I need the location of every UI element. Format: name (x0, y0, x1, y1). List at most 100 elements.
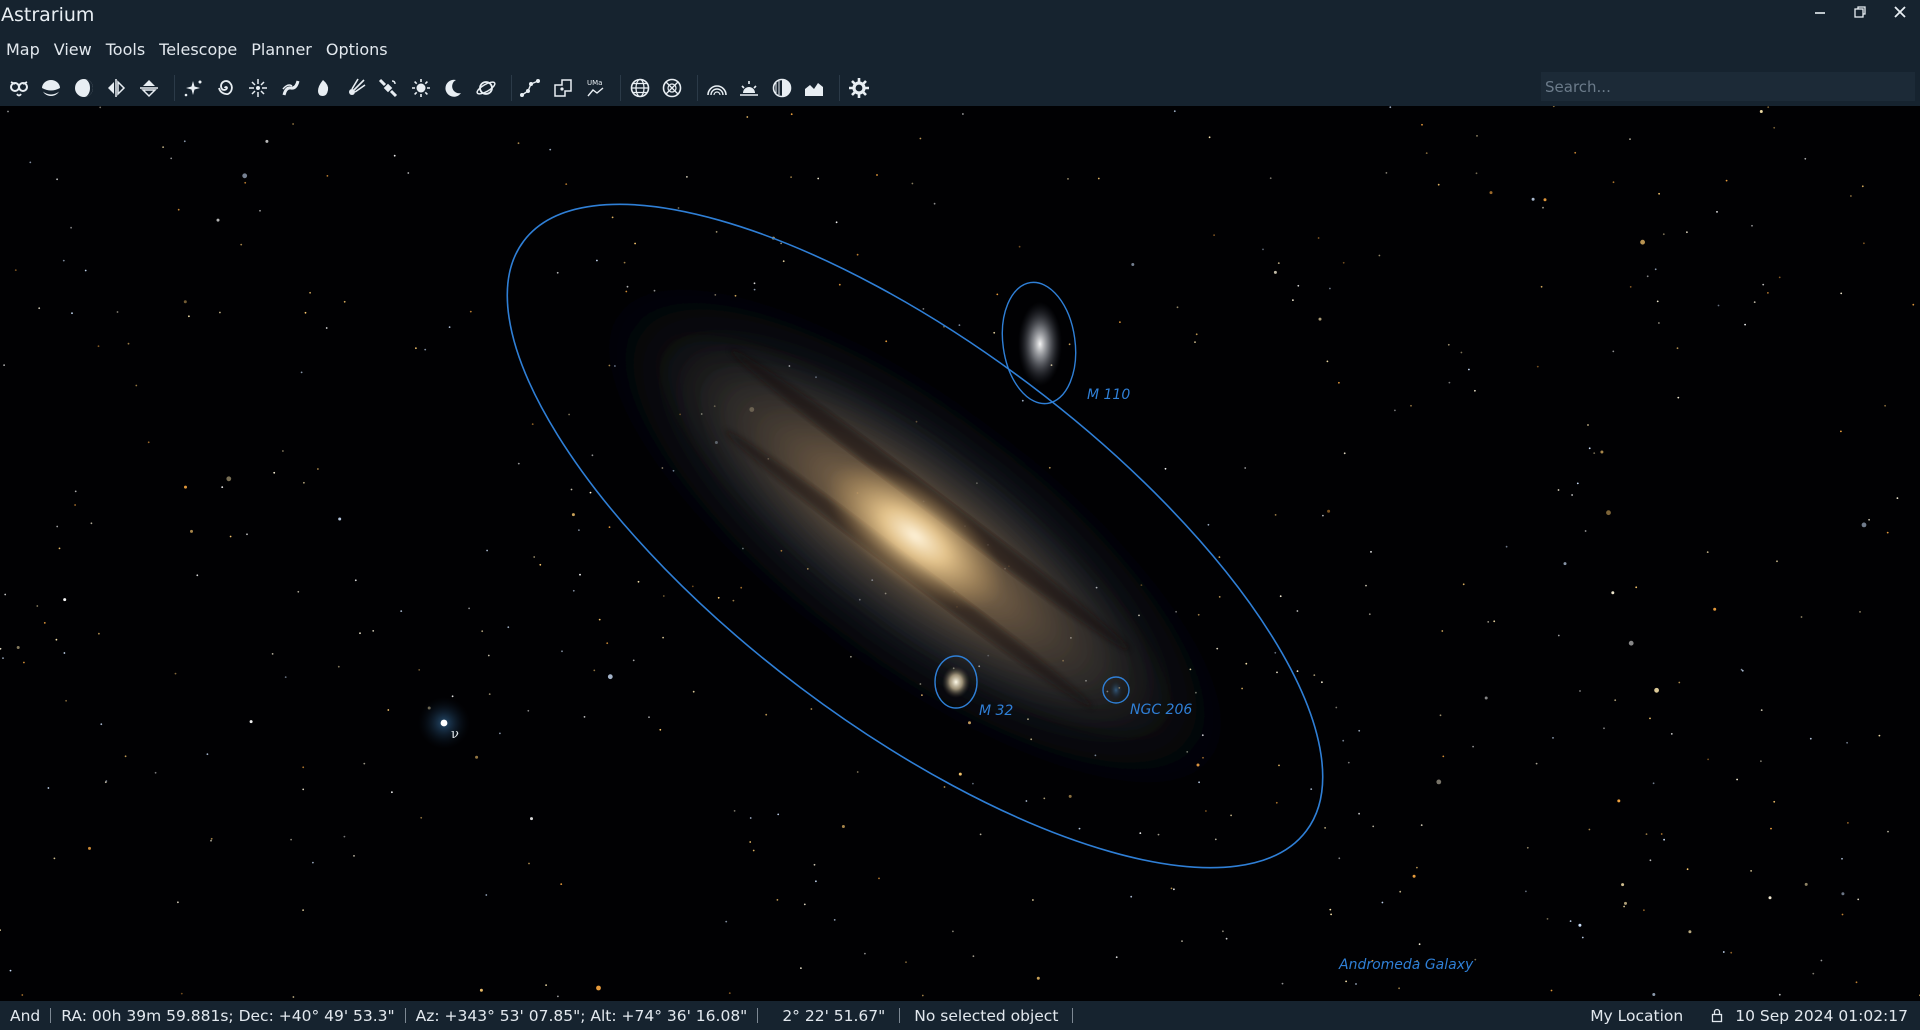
star (1273, 270, 1277, 274)
landscape-button[interactable] (800, 74, 828, 102)
star (372, 630, 375, 632)
star (162, 146, 165, 148)
grid-globe-button[interactable] (626, 74, 654, 102)
star (1652, 782, 1655, 785)
star (921, 994, 924, 997)
star (817, 177, 820, 180)
constellation-labels-button[interactable]: UMa (581, 74, 609, 102)
star (1329, 287, 1331, 290)
sky-map[interactable]: M 110 M 32 NGC 206 Andromeda Galaxy ν (0, 106, 1920, 1001)
star (528, 862, 530, 865)
menu-tools[interactable]: Tools (99, 30, 152, 70)
grid-horizontal-button[interactable] (658, 74, 686, 102)
star (1540, 285, 1543, 288)
menu-map[interactable]: Map (0, 30, 47, 70)
star (1338, 381, 1340, 384)
minimize-button[interactable] (1800, 0, 1840, 24)
star (1277, 262, 1280, 264)
label-m110[interactable]: M 110 (1087, 387, 1130, 403)
star (1399, 890, 1402, 893)
star (1584, 530, 1587, 532)
star (244, 181, 247, 184)
menu-view[interactable]: View (47, 30, 99, 70)
star (469, 310, 472, 313)
toolbar-group (840, 74, 873, 102)
star (958, 324, 961, 326)
star (507, 626, 510, 629)
star (36, 605, 39, 607)
star (856, 253, 859, 256)
label-ngc206[interactable]: NGC 206 (1130, 702, 1192, 718)
star (1324, 827, 1326, 829)
moon-icon (445, 79, 461, 97)
ground-button[interactable] (37, 74, 65, 102)
star (1208, 136, 1211, 139)
star (1157, 833, 1160, 836)
star (1588, 828, 1591, 831)
star (1531, 197, 1535, 201)
status-location[interactable]: My Location (1580, 1007, 1711, 1025)
star (1342, 261, 1345, 264)
galaxy-button[interactable] (212, 74, 240, 102)
label-m32[interactable]: M 32 (979, 703, 1013, 719)
nu-and-star[interactable] (440, 719, 448, 727)
sky-canvas[interactable] (0, 106, 1920, 1001)
star (733, 810, 736, 812)
restore-button[interactable] (1840, 0, 1880, 24)
star (1370, 551, 1372, 553)
star (475, 755, 479, 759)
menu-telescope[interactable]: Telescope (152, 30, 244, 70)
star (1296, 670, 1299, 672)
star (180, 992, 183, 995)
horizon-button[interactable] (703, 74, 731, 102)
constellation-borders-button[interactable] (549, 74, 577, 102)
star (1194, 341, 1196, 343)
star (303, 481, 305, 484)
atmosphere-button[interactable] (70, 74, 98, 102)
flip-button[interactable] (135, 74, 163, 102)
moon-button[interactable] (439, 74, 467, 102)
star (659, 728, 662, 731)
star (147, 441, 150, 444)
menu-options[interactable]: Options (319, 30, 395, 70)
star (993, 331, 996, 334)
nebula-button[interactable] (309, 74, 337, 102)
comet-button[interactable] (342, 74, 370, 102)
star (1617, 799, 1621, 803)
label-andromeda-galaxy[interactable]: Andromeda Galaxy (1339, 957, 1473, 973)
search-input[interactable] (1541, 72, 1915, 101)
planet-button[interactable] (472, 74, 500, 102)
milky-way-button[interactable] (277, 74, 305, 102)
sun-button[interactable] (407, 74, 435, 102)
star (557, 995, 559, 998)
constellation-lines-button[interactable] (516, 74, 544, 102)
moon-phase-button[interactable] (768, 74, 796, 102)
star (1593, 452, 1596, 454)
star (1767, 292, 1769, 294)
star (135, 384, 138, 387)
star (65, 699, 67, 702)
sunrise-button[interactable] (735, 74, 763, 102)
star (1173, 110, 1176, 113)
stars-button[interactable] (179, 74, 207, 102)
star (1214, 838, 1217, 841)
satellite-button[interactable] (374, 74, 402, 102)
star-cluster-button[interactable] (244, 74, 272, 102)
close-button[interactable] (1880, 0, 1920, 24)
star (354, 579, 357, 582)
star (648, 716, 650, 719)
owl-button[interactable] (5, 74, 33, 102)
planet-icon (475, 81, 496, 95)
mirror-button[interactable] (102, 74, 130, 102)
star (486, 549, 488, 552)
settings-gear-button[interactable] (845, 74, 873, 102)
lock-icon[interactable] (1711, 1008, 1723, 1023)
star (183, 300, 187, 304)
star (1365, 584, 1367, 587)
star (1327, 509, 1331, 513)
status-datetime[interactable]: 10 Sep 2024 01:02:17 (1735, 1007, 1908, 1025)
constellation-borders-icon (553, 79, 572, 97)
star (188, 315, 190, 318)
star (1736, 778, 1738, 781)
menu-planner[interactable]: Planner (244, 30, 319, 70)
